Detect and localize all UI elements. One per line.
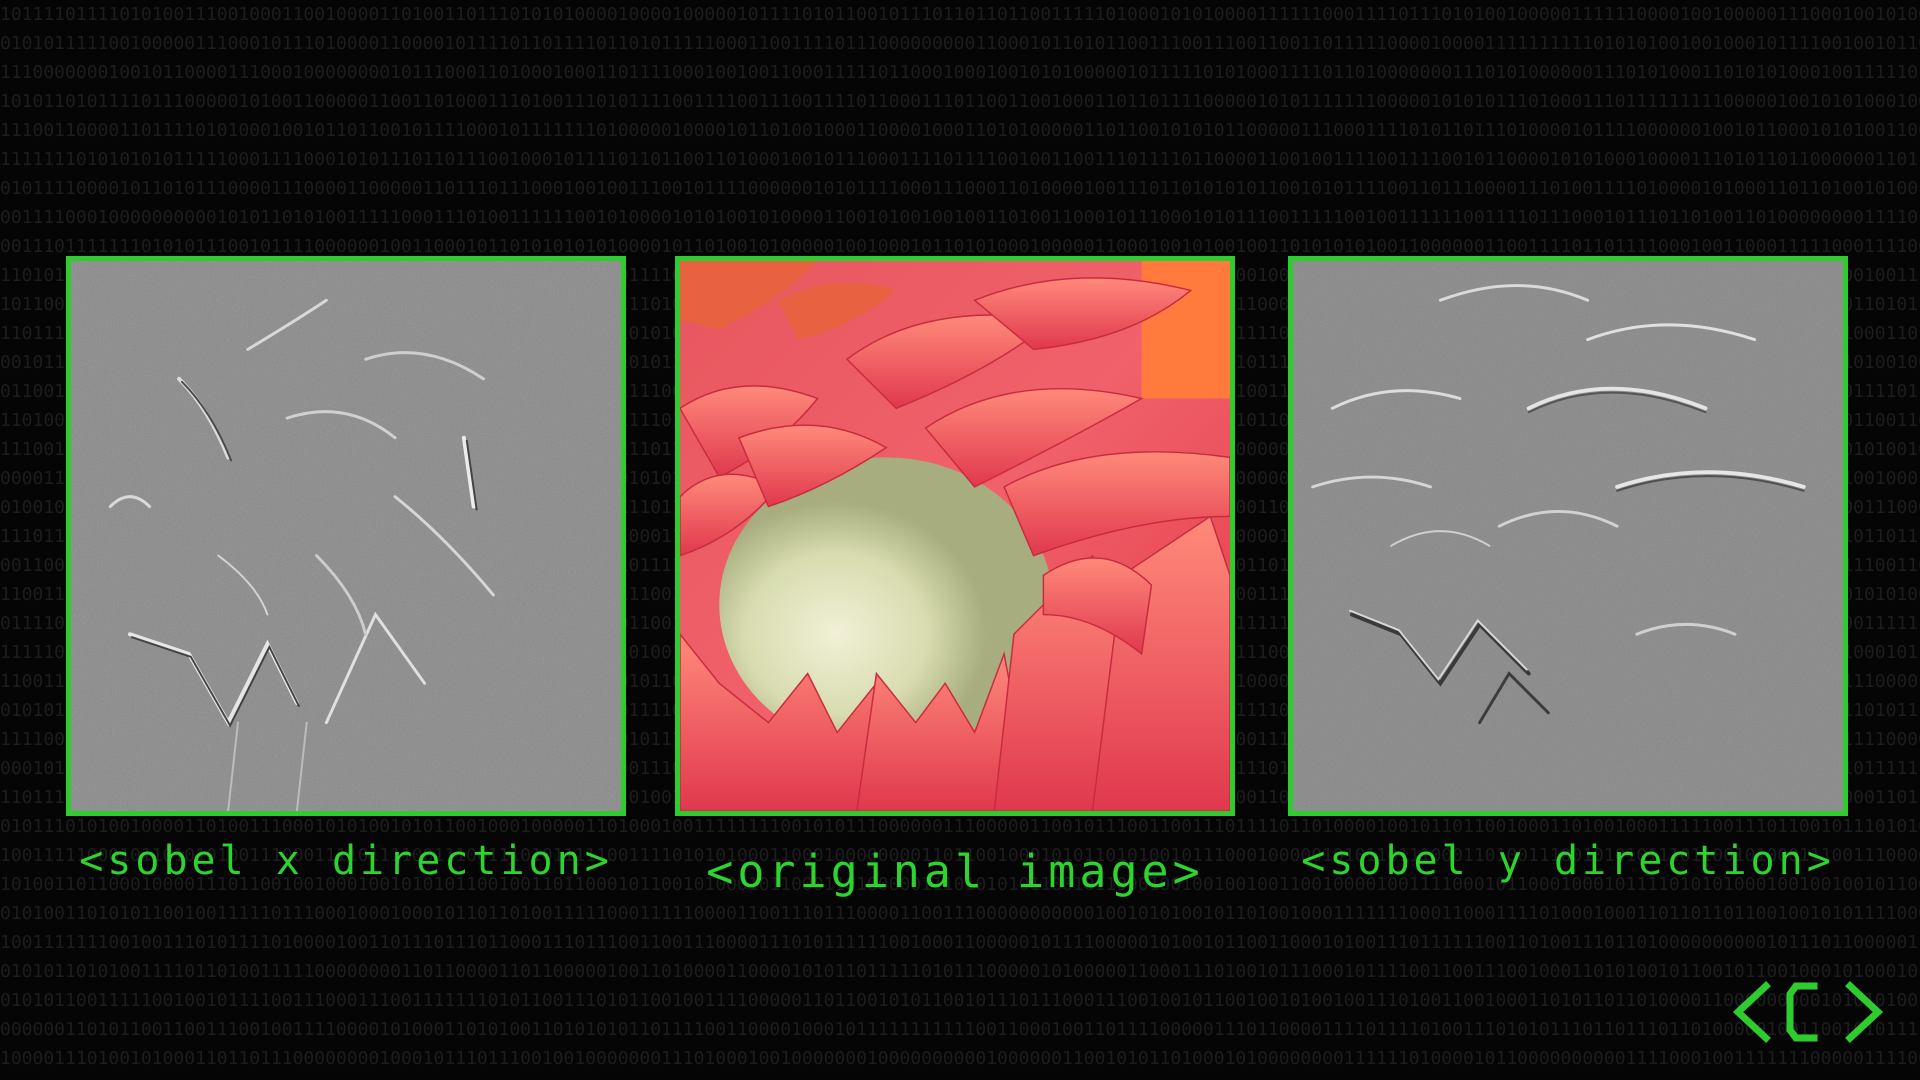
sobel-y-caption: <sobel y direction> [1301,838,1835,884]
sobel-x-image [66,256,626,816]
original-image [675,256,1235,816]
sobel-y-image [1288,256,1848,816]
original-image-caption: <original image> [706,845,1204,898]
code-brackets-logo-icon [1732,981,1884,1043]
sobel-x-caption: <sobel x direction> [79,838,613,884]
